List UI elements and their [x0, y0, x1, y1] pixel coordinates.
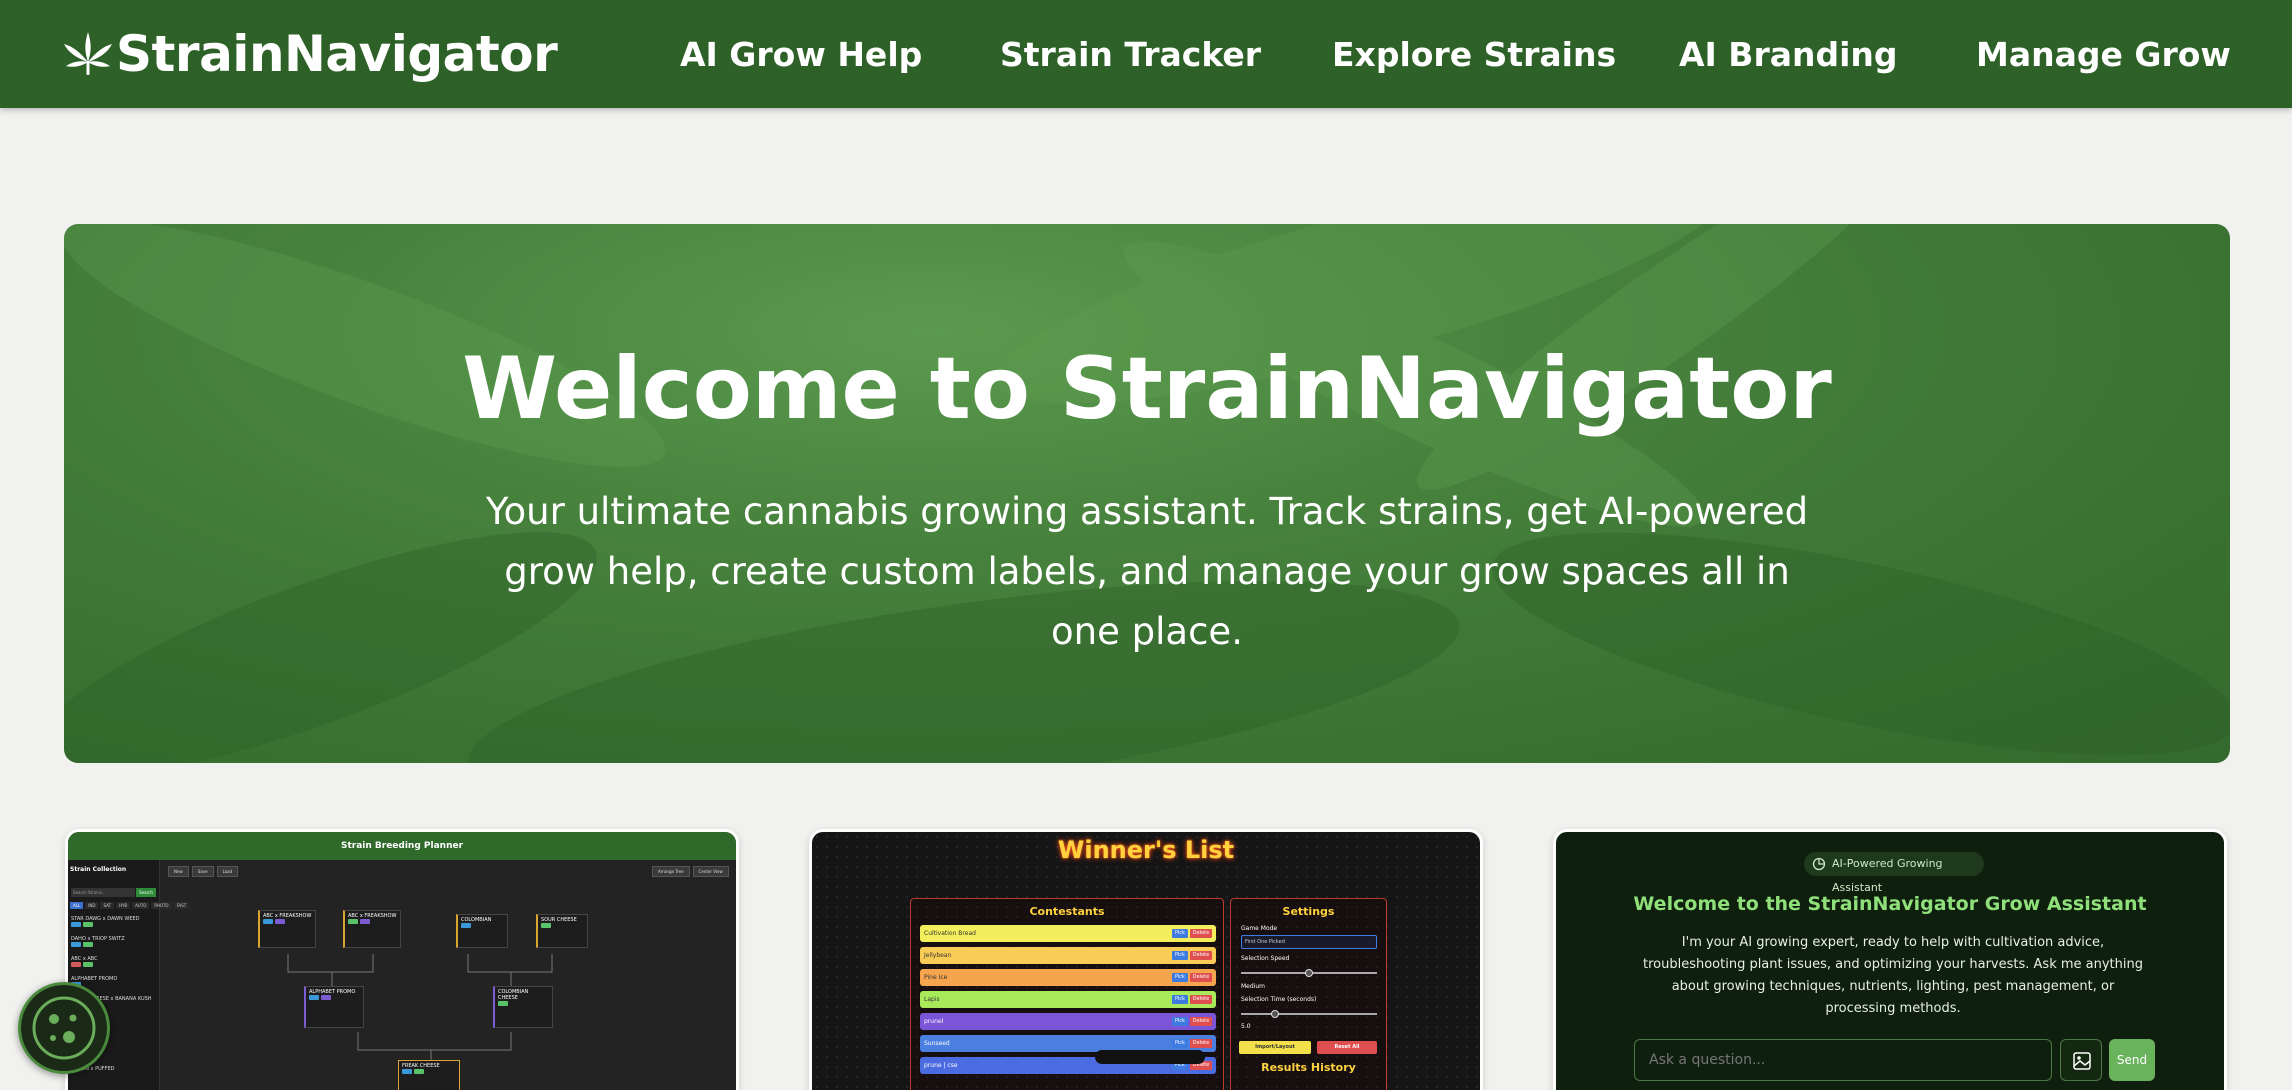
breeding-node[interactable]: FREAK CHEESE	[398, 1060, 460, 1090]
contestant-row[interactable]: Jellybean Pick Delete	[920, 947, 1216, 964]
contestant-name: Pine Ice	[924, 974, 948, 981]
delete-button[interactable]: Delete	[1190, 995, 1212, 1004]
contestant-row[interactable]: Cultivation Bread Pick Delete	[920, 925, 1216, 942]
breeding-node[interactable]: ALPHABET PROMO	[304, 986, 364, 1028]
delete-button[interactable]: Delete	[1190, 973, 1212, 982]
image-upload-button[interactable]	[2060, 1039, 2102, 1081]
selection-time-label: Selection Time (seconds)	[1241, 996, 1317, 1003]
contestant-name: Jellybean	[924, 952, 952, 959]
contestants-title: Contestants	[1029, 905, 1105, 918]
pick-button[interactable]: Pick	[1172, 973, 1188, 982]
slider-knob[interactable]	[1271, 1010, 1279, 1018]
game-mode-label: Game Mode	[1241, 925, 1278, 932]
contestant-name: Lapis	[924, 996, 940, 1003]
brand-logo[interactable]: StrainNavigator	[62, 24, 558, 84]
pick-button[interactable]: Pick	[1172, 929, 1188, 938]
speed-value: Medium	[1241, 983, 1265, 990]
brand-name: StrainNavigator	[116, 25, 558, 83]
nav-manage-grow[interactable]: Manage Grow	[1976, 34, 2231, 76]
contestant-row[interactable]: Lapis Pick Delete	[920, 991, 1216, 1008]
breeding-node[interactable]: SOUR CHEESE	[536, 914, 588, 948]
contestant-name: Cultivation Bread	[924, 930, 976, 937]
breeding-node[interactable]: ABC x FREAKSHOW	[343, 910, 401, 948]
hero-subtitle: Your ultimate cannabis growing assistant…	[485, 490, 1809, 653]
feature-card-winners-list[interactable]: Winner's List Contestants Cultivation Br…	[809, 829, 1483, 1090]
feature-card-grow-assistant[interactable]: AI-Powered Growing Assistant Welcome to …	[1553, 829, 2227, 1090]
pick-button[interactable]: Pick	[1172, 951, 1188, 960]
feature-card-breeding-planner[interactable]: Strain Breeding Planner Strain Collectio…	[65, 829, 739, 1090]
hero-banner: Welcome to StrainNavigator Your ultimate…	[64, 224, 2230, 763]
results-history-title: Results History	[1261, 1061, 1356, 1074]
breeding-node[interactable]: COLOMBIAN	[456, 914, 508, 948]
delete-button[interactable]: Delete	[1190, 1039, 1212, 1048]
nav-ai-grow-help[interactable]: AI Grow Help	[680, 34, 922, 76]
hero-title: Welcome to StrainNavigator	[462, 339, 1832, 439]
ai-assistant-badge: AI-Powered Growing Assistant	[1804, 852, 1984, 894]
question-input[interactable]	[1634, 1039, 2052, 1081]
nav-explore-strains[interactable]: Explore Strains	[1332, 34, 1616, 76]
pick-button[interactable]: Pick	[1172, 1017, 1188, 1026]
breeding-tree-connectors	[287, 954, 553, 1062]
chart-pie-icon	[1812, 857, 1826, 871]
send-button[interactable]: Send	[2109, 1039, 2155, 1081]
delete-button[interactable]: Delete	[1190, 929, 1212, 938]
nav-strain-tracker[interactable]: Strain Tracker	[1000, 34, 1261, 76]
delete-button[interactable]: Delete	[1190, 951, 1212, 960]
selection-speed-label: Selection Speed	[1241, 955, 1290, 962]
contestant-row[interactable]: Pine Ice Pick Delete	[920, 969, 1216, 986]
import-layout-button[interactable]: Import/Layout	[1239, 1041, 1311, 1054]
contestant-name: prunel	[924, 1018, 944, 1025]
ai-assistant-badge-label: AI-Powered Growing Assistant	[1832, 857, 1943, 894]
contestant-row[interactable]: prunel Pick Delete	[920, 1013, 1216, 1030]
winners-list-title: Winner's List	[1057, 836, 1235, 864]
selection-time-slider[interactable]	[1241, 1010, 1377, 1018]
image-icon	[2073, 1052, 2091, 1070]
top-nav: StrainNavigator AI Grow Help Strain Trac…	[0, 0, 2292, 108]
time-value: 5.0	[1241, 1023, 1251, 1030]
reset-all-button[interactable]: Reset All	[1317, 1041, 1377, 1054]
pick-button[interactable]: Pick	[1172, 1039, 1188, 1048]
pick-button[interactable]: Pick	[1172, 995, 1188, 1004]
breeding-node[interactable]: COLOMBIAN CHEESE	[493, 986, 553, 1028]
delete-button[interactable]: Delete	[1190, 1017, 1212, 1026]
contestant-name: prune | cse	[924, 1062, 958, 1069]
scroll-indicator	[1095, 1050, 1205, 1064]
settings-panel: Settings Game Mode First One Picked Sele…	[1230, 898, 1387, 1090]
petri-dish-icon	[32, 996, 96, 1060]
game-mode-select[interactable]: First One Picked	[1241, 935, 1377, 949]
assistant-title: Welcome to the StrainNavigator Grow Assi…	[1633, 893, 2147, 915]
floating-assistant-button[interactable]	[18, 982, 110, 1074]
slider-knob[interactable]	[1305, 969, 1313, 977]
settings-title: Settings	[1282, 905, 1335, 918]
contestant-name: Sunseed	[924, 1040, 950, 1047]
cannabis-leaf-icon	[64, 32, 112, 75]
breeding-node[interactable]: ABC x FREAKSHOW	[258, 910, 316, 948]
nav-ai-branding[interactable]: AI Branding	[1679, 34, 1898, 76]
selection-speed-slider[interactable]	[1241, 969, 1377, 977]
assistant-description: I'm your AI growing expert, ready to hel…	[1642, 935, 2143, 1016]
